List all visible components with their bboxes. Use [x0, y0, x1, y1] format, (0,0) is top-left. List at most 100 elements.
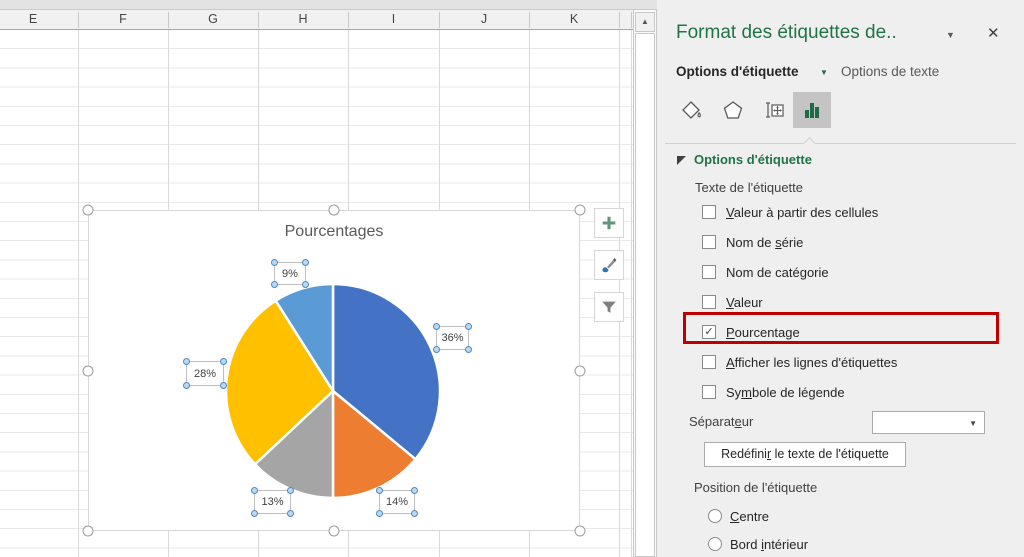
label-handle[interactable] [271, 259, 278, 266]
column-header-G[interactable]: G [168, 10, 258, 29]
checkbox-label: Nom de série [726, 234, 804, 250]
checkbox-valeur-a-partir-des-cellules[interactable]: Valeur à partir des cellules [702, 204, 878, 220]
section-title[interactable]: Options d'étiquette [694, 152, 812, 167]
column-header-H[interactable]: H [258, 10, 348, 29]
column-header-K[interactable]: K [529, 10, 619, 29]
chart-handle-middle-right[interactable] [574, 365, 586, 377]
section-collapse-icon[interactable] [677, 156, 686, 165]
divider [665, 143, 1016, 144]
label-handle[interactable] [376, 487, 383, 494]
checkbox-label: Afficher les lignes d'étiquettes [726, 354, 898, 370]
label-position-group-label: Position de l'étiquette [694, 480, 818, 495]
radio-centre[interactable]: Centre [708, 508, 769, 524]
series-options-tab[interactable] [793, 92, 831, 128]
checkbox-label: Valeur [726, 294, 763, 310]
scroll-up-button[interactable]: ▲ [635, 12, 655, 32]
radio-circle[interactable] [708, 537, 722, 551]
checkbox-symbole-de-legende[interactable]: Symbole de légende [702, 384, 845, 400]
label-handle[interactable] [411, 510, 418, 517]
checkbox-box[interactable]: ✓ [702, 325, 716, 339]
pie-chart[interactable] [89, 211, 581, 532]
chart-styles-button[interactable] [594, 250, 624, 280]
radio-label: Bord intérieur [730, 536, 809, 552]
label-handle[interactable] [376, 510, 383, 517]
label-handle[interactable] [251, 487, 258, 494]
radio-bord-interieur[interactable]: Bord intérieur [708, 536, 808, 552]
checkbox-pourcentage[interactable]: ✓ Pourcentage [702, 324, 800, 340]
grid-vline [631, 30, 632, 557]
chart-handle-top-left[interactable] [82, 204, 94, 216]
label-handle[interactable] [220, 382, 227, 389]
column-header-F[interactable]: F [78, 10, 168, 29]
tab-options-etiquette[interactable]: Options d'étiquette [676, 64, 798, 79]
label-handle[interactable] [183, 382, 190, 389]
label-handle[interactable] [183, 358, 190, 365]
checkbox-nom-de-serie[interactable]: Nom de série [702, 234, 803, 250]
label-handle[interactable] [465, 323, 472, 330]
chart-handle-top-center[interactable] [328, 204, 340, 216]
data-label-14pct[interactable]: 14% [376, 487, 418, 517]
data-label-36pct[interactable]: 36% [433, 323, 472, 353]
column-headers[interactable]: EFGHIJK [0, 10, 633, 30]
close-icon[interactable]: ✕ [987, 24, 1000, 42]
scrollbar-thumb[interactable] [635, 33, 655, 557]
data-label-9pct[interactable]: 9% [271, 259, 309, 288]
header-separator [529, 12, 530, 28]
chart-object[interactable]: Pourcentages 9% 36% 28% 13% 14% [88, 210, 580, 531]
checkbox-box[interactable] [702, 235, 716, 249]
header-separator [631, 12, 632, 28]
header-separator [348, 12, 349, 28]
data-label-28pct[interactable]: 28% [183, 358, 227, 389]
data-label-13pct[interactable]: 13% [251, 487, 294, 517]
radio-circle[interactable] [708, 509, 722, 523]
vertical-scrollbar[interactable]: ▲ [633, 10, 657, 557]
checkbox-box[interactable] [702, 205, 716, 219]
tab-caret-icon[interactable]: ▼ [820, 68, 828, 77]
excel-window: EFGHIJK ▲ Pourcentages 9% 36% 28% 13% 14… [0, 0, 1024, 557]
label-handle[interactable] [220, 358, 227, 365]
checkbox-box[interactable] [702, 265, 716, 279]
reset-label-text-button[interactable]: Redéfinir le texte de l'étiquette [704, 442, 906, 467]
chart-filters-button[interactable] [594, 292, 624, 322]
chart-handle-middle-left[interactable] [82, 365, 94, 377]
label-handle[interactable] [287, 510, 294, 517]
column-header-I[interactable]: I [348, 10, 439, 29]
header-separator [439, 12, 440, 28]
label-handle[interactable] [287, 487, 294, 494]
formula-bar-edge [0, 0, 657, 10]
size-properties-tab[interactable] [757, 92, 793, 128]
label-handle[interactable] [411, 487, 418, 494]
checkbox-label: Symbole de légende [726, 384, 845, 400]
bar-chart-icon [805, 103, 819, 118]
fill-line-tab[interactable] [673, 92, 709, 128]
chart-handle-bottom-center[interactable] [328, 525, 340, 537]
label-handle[interactable] [302, 281, 309, 288]
checkbox-nom-de-categorie[interactable]: Nom de catégorie [702, 264, 829, 280]
separator-dropdown[interactable]: ▼ [872, 411, 985, 434]
checkbox-afficher-les-lignes-detiquettes[interactable]: Afficher les lignes d'étiquettes [702, 354, 897, 370]
chart-elements-button[interactable] [594, 208, 624, 238]
label-handle[interactable] [271, 281, 278, 288]
checkbox-box[interactable] [702, 295, 716, 309]
effects-tab[interactable] [715, 92, 751, 128]
label-handle[interactable] [251, 510, 258, 517]
column-header-J[interactable]: J [439, 10, 529, 29]
label-handle[interactable] [433, 323, 440, 330]
label-handle[interactable] [433, 346, 440, 353]
chart-handle-bottom-right[interactable] [574, 525, 586, 537]
column-header-E[interactable]: E [0, 10, 78, 29]
checkbox-box[interactable] [702, 355, 716, 369]
paintbrush-icon [602, 257, 617, 273]
tab-options-texte[interactable]: Options de texte [841, 64, 939, 79]
label-handle[interactable] [465, 346, 472, 353]
header-separator [78, 12, 79, 28]
checkbox-valeur[interactable]: Valeur [702, 294, 763, 310]
chart-handle-bottom-left[interactable] [82, 525, 94, 537]
divider-notch [803, 137, 816, 150]
chart-handle-top-right[interactable] [574, 204, 586, 216]
separator-label: Séparateur [689, 414, 754, 429]
checkbox-box[interactable] [702, 385, 716, 399]
pane-dropdown-icon[interactable]: ▼ [946, 30, 955, 40]
label-handle[interactable] [302, 259, 309, 266]
radio-label: Centre [730, 508, 770, 524]
